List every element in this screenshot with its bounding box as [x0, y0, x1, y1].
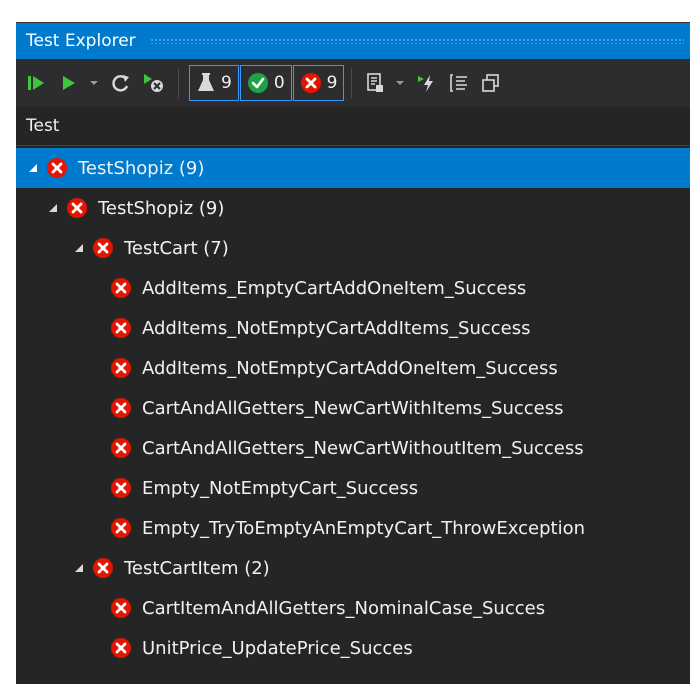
failed-icon: [110, 517, 132, 539]
tree-item-label: TestCartItem (2): [124, 557, 270, 579]
filter-failed-button[interactable]: 9: [292, 65, 345, 101]
test-item-label: AddItems_NotEmptyCartAddOneItem_Success: [142, 357, 558, 379]
run-all-icon[interactable]: [24, 66, 50, 100]
failed-icon: [110, 397, 132, 419]
failed-icon: [92, 557, 114, 579]
test-tree: TestShopiz (9) TestShopiz (9) TestCart (…: [16, 146, 690, 668]
expanded-triangle-icon[interactable]: [72, 563, 86, 573]
failed-icon: [110, 597, 132, 619]
test-item-label: AddItems_NotEmptyCartAddItems_Success: [142, 317, 531, 339]
test-item-label: Empty_NotEmptyCart_Success: [142, 477, 419, 499]
failed-icon: [110, 437, 132, 459]
expanded-triangle-icon[interactable]: [46, 203, 60, 213]
test-item[interactable]: CartItemAndAllGetters_NominalCase_Succes: [16, 588, 690, 628]
tree-item-root[interactable]: TestShopiz (9): [16, 148, 690, 188]
test-item-label: CartAndAllGetters_NewCartWithoutItem_Suc…: [142, 437, 584, 459]
test-item[interactable]: AddItems_NotEmptyCartAddOneItem_Success: [16, 348, 690, 388]
failed-count: 9: [326, 73, 338, 93]
playlist-dropdown-icon[interactable]: [394, 66, 406, 100]
test-item-label: CartAndAllGetters_NewCartWithItems_Succe…: [142, 397, 564, 419]
test-item-label: CartItemAndAllGetters_NominalCase_Succes: [142, 597, 546, 619]
failed-icon: [92, 237, 114, 259]
tree-item-group-testcartitem[interactable]: TestCartItem (2): [16, 548, 690, 588]
check-circle-icon: [247, 73, 268, 93]
live-unit-icon[interactable]: [414, 66, 440, 100]
failed-icon: [110, 477, 132, 499]
total-count: 9: [221, 73, 232, 93]
test-item[interactable]: UnitPrice_UpdatePrice_Succes: [16, 628, 690, 668]
title-grip: [149, 38, 684, 44]
test-item-label: Empty_TryToEmptyAnEmptyCart_ThrowExcepti…: [142, 517, 585, 539]
test-column-header[interactable]: Test: [16, 107, 690, 146]
failed-icon: [110, 317, 132, 339]
test-item[interactable]: AddItems_NotEmptyCartAddItems_Success: [16, 308, 690, 348]
test-item[interactable]: Empty_NotEmptyCart_Success: [16, 468, 690, 508]
failed-icon: [46, 157, 68, 179]
tree-item-label: TestShopiz (9): [78, 157, 205, 179]
tree-item-label: TestCart (7): [124, 237, 229, 259]
test-item[interactable]: AddItems_EmptyCartAddOneItem_Success: [16, 268, 690, 308]
title-bar[interactable]: Test Explorer: [16, 22, 690, 59]
copy-icon[interactable]: [478, 66, 504, 100]
expanded-triangle-icon[interactable]: [72, 243, 86, 253]
filter-passed-button[interactable]: 0: [239, 65, 292, 101]
test-column-label: Test: [26, 116, 60, 136]
passed-count: 0: [273, 73, 285, 93]
fail-circle-icon: [300, 73, 321, 93]
tree-item-group-testcart[interactable]: TestCart (7): [16, 228, 690, 268]
playlist-icon[interactable]: [362, 66, 388, 100]
filter-total-button[interactable]: 9: [189, 65, 239, 101]
failed-icon: [110, 357, 132, 379]
test-item[interactable]: CartAndAllGetters_NewCartWithItems_Succe…: [16, 388, 690, 428]
chevron-down-icon[interactable]: [88, 66, 100, 100]
toolbar: 9 0 9: [16, 59, 690, 107]
run-icon[interactable]: [56, 66, 82, 100]
window-title: Test Explorer: [26, 31, 136, 51]
tree-item-project[interactable]: TestShopiz (9): [16, 188, 690, 228]
test-item[interactable]: Empty_TryToEmptyAnEmptyCart_ThrowExcepti…: [16, 508, 690, 548]
test-explorer-panel: Test Explorer 9 0 9 Test TestShopiz (9) …: [16, 22, 690, 684]
toolbar-separator: [351, 68, 353, 98]
toolbar-separator: [178, 68, 179, 98]
failed-icon: [110, 637, 132, 659]
tree-item-label: TestShopiz (9): [98, 197, 225, 219]
expanded-triangle-icon[interactable]: [26, 163, 40, 173]
cancel-run-icon[interactable]: [140, 66, 166, 100]
flask-icon: [198, 73, 214, 91]
test-item-label: UnitPrice_UpdatePrice_Succes: [142, 637, 413, 659]
test-item-label: AddItems_EmptyCartAddOneItem_Success: [142, 277, 527, 299]
repeat-icon[interactable]: [108, 66, 134, 100]
test-item[interactable]: CartAndAllGetters_NewCartWithoutItem_Suc…: [16, 428, 690, 468]
failed-icon: [110, 277, 132, 299]
failed-icon: [66, 197, 88, 219]
group-by-icon[interactable]: [446, 66, 472, 100]
